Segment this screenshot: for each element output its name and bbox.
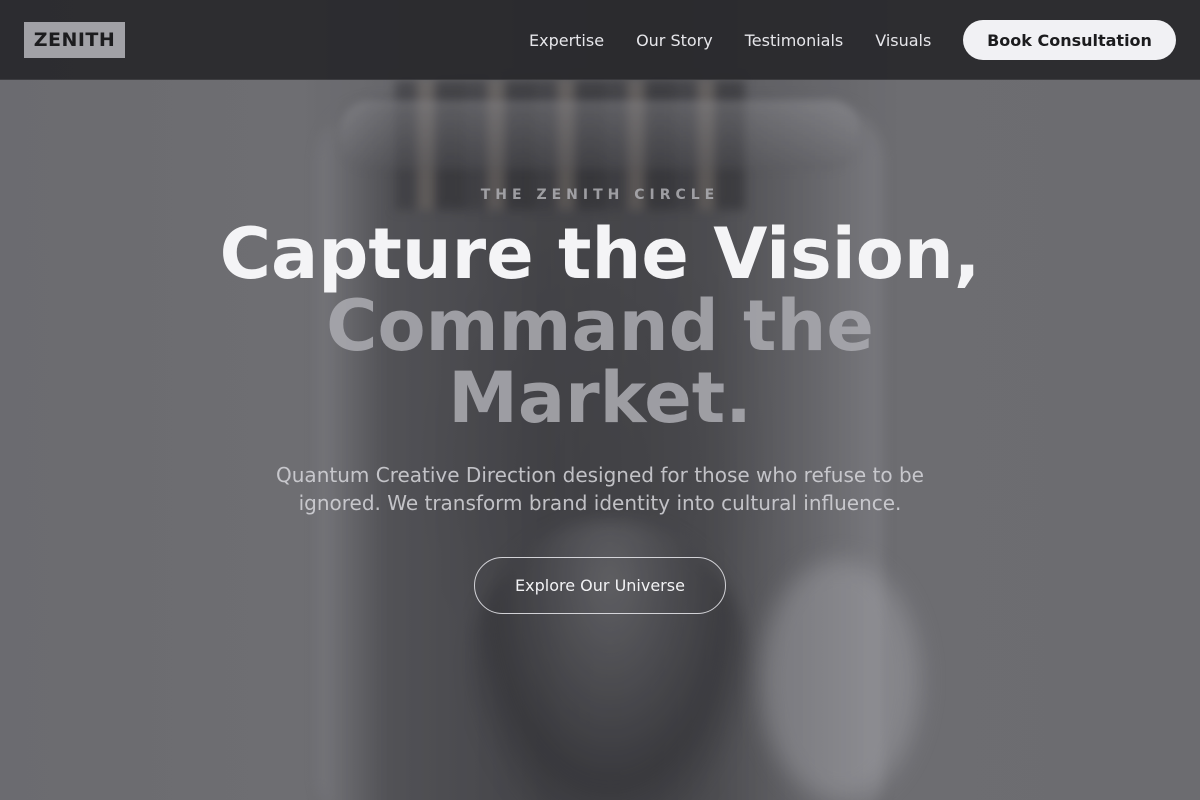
headline-line-2: Command the <box>326 285 874 367</box>
book-consultation-button[interactable]: Book Consultation <box>963 20 1176 60</box>
nav-link-visuals[interactable]: Visuals <box>875 31 931 50</box>
hero-subtitle: Quantum Creative Direction designed for … <box>276 463 924 515</box>
nav-links: Expertise Our Story Testimonials Visuals <box>513 0 947 80</box>
nav-link-testimonials[interactable]: Testimonials <box>745 31 844 50</box>
page: ZENITH Expertise Our Story Testimonials … <box>0 0 1200 800</box>
hero-section: THE ZENITH CIRCLE Capture the Vision, Co… <box>0 80 1200 800</box>
nav-link-expertise[interactable]: Expertise <box>529 31 604 50</box>
headline-line-1: Capture the Vision, <box>219 213 981 295</box>
nav-link-our-story[interactable]: Our Story <box>636 31 713 50</box>
hero-eyebrow: THE ZENITH CIRCLE <box>480 187 720 203</box>
brand-logo[interactable]: ZENITH <box>24 22 125 58</box>
top-nav: ZENITH Expertise Our Story Testimonials … <box>0 0 1200 80</box>
headline-line-3: Market. <box>448 357 752 439</box>
explore-universe-button[interactable]: Explore Our Universe <box>474 557 726 614</box>
hero-headline: Capture the Vision, Command the Market. <box>150 218 1050 434</box>
